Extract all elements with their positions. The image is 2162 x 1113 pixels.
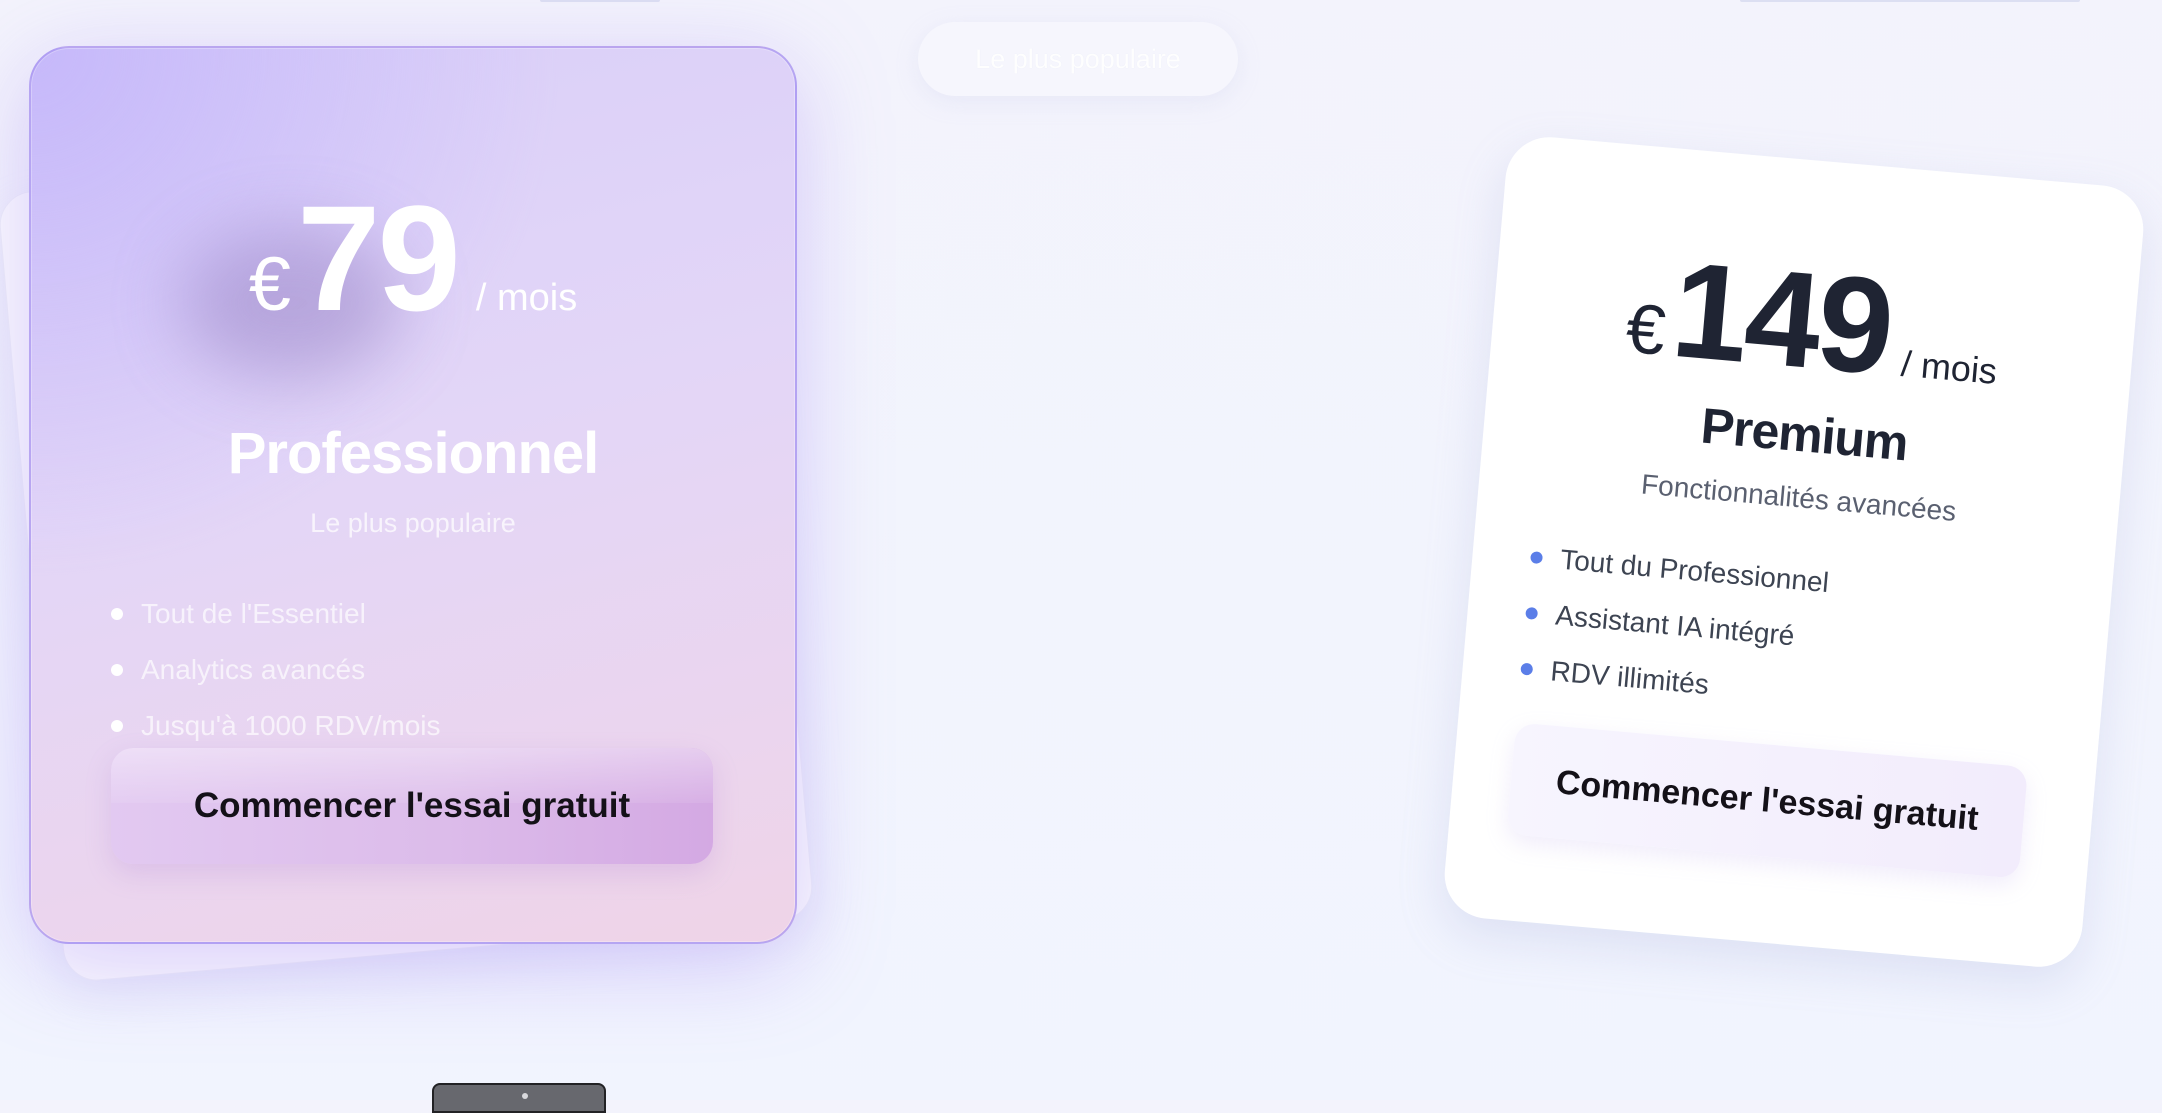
feature-label: Jusqu'à 1000 RDV/mois (141, 710, 441, 741)
handle-dot-icon (522, 1093, 528, 1099)
price-period: / mois (475, 277, 578, 319)
bottom-handle-tab[interactable] (432, 1083, 606, 1113)
feature-item: Analytics avancés (111, 642, 441, 698)
top-edge-line-right (1740, 0, 2080, 2)
plan-card-professional: € 79 / mois Professionnel Le plus popula… (29, 46, 797, 944)
plan-name: Professionnel (227, 421, 600, 486)
feature-item: Tout de l'Essentiel (111, 586, 441, 642)
bullet-icon (1520, 662, 1534, 676)
bullet-icon (111, 664, 123, 676)
bullet-icon (111, 720, 123, 732)
start-trial-label: Commencer l'essai gratuit (1554, 762, 1981, 838)
feature-label: Analytics avancés (141, 654, 366, 685)
start-trial-button-professional[interactable]: Commencer l'essai gratuit (111, 748, 713, 864)
currency-symbol: € (248, 242, 292, 327)
plan-price: € 79 / mois (31, 183, 795, 333)
bullet-icon (1530, 551, 1544, 565)
start-trial-button-premium[interactable]: Commencer l'essai gratuit (1506, 722, 2029, 879)
price-amount: 79 (297, 174, 461, 342)
bullet-icon (1525, 606, 1539, 620)
feature-list: Tout du Professionnel Assistant IA intég… (1518, 529, 1831, 722)
bullet-icon (111, 608, 123, 620)
price-period: / mois (1899, 342, 1999, 392)
feature-item: Jusqu'à 1000 RDV/mois (111, 698, 441, 754)
feature-list: Tout de l'Essentiel Analytics avancés Ju… (111, 586, 441, 754)
start-trial-label: Commencer l'essai gratuit (193, 786, 631, 825)
currency-symbol: € (1623, 288, 1669, 370)
price-amount: 149 (1666, 232, 1897, 404)
popular-badge-label: Le plus populaire (975, 43, 1181, 74)
top-edge-line-left (540, 0, 660, 2)
plan-card-premium: € 149 / mois Premium Fonctionnalités ava… (1441, 133, 2147, 971)
feature-label: RDV illimités (1549, 655, 1711, 701)
plan-subtitle: Le plus populaire (310, 508, 516, 538)
popular-badge-ghost: Le plus populaire (918, 22, 1238, 96)
feature-label: Tout de l'Essentiel (141, 598, 366, 629)
feature-label: Assistant IA intégré (1554, 599, 1796, 652)
